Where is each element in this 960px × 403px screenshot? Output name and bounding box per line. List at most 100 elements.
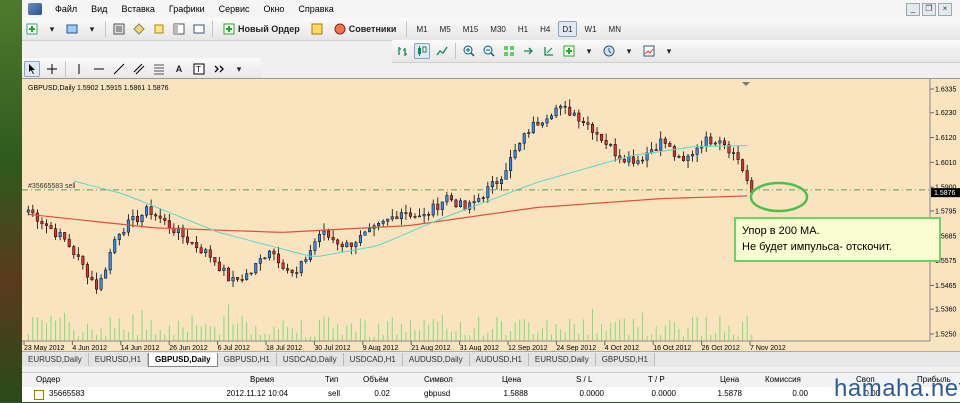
metaeditor-icon[interactable]	[309, 21, 325, 37]
dropdown-arrow-icon[interactable]: ▾	[84, 21, 100, 37]
minimize-icon[interactable]: _	[906, 3, 920, 16]
dropdown-arrow-icon[interactable]: ▾	[621, 43, 637, 59]
col-type[interactable]: Тип	[325, 373, 338, 387]
tab-eurusd-daily-8[interactable]: EURUSD,Daily	[528, 353, 596, 366]
new-chart-icon[interactable]	[24, 21, 40, 37]
timeframe-m1[interactable]: M1	[412, 21, 431, 37]
candle-body	[163, 217, 167, 221]
candle-body	[40, 221, 44, 224]
menu-tools[interactable]: Сервис	[212, 4, 257, 14]
dropdown-arrow-icon[interactable]: ▾	[581, 43, 597, 59]
chart-area[interactable]: #35665583 sell GBPUSD,Daily 1.5902 1.591…	[22, 78, 960, 352]
tab-audusd-daily-6[interactable]: AUDUSD,Daily	[402, 353, 470, 366]
annotation-note[interactable]: Упор в 200 MA. Не будет импульса- отскоч…	[734, 217, 941, 262]
bar-chart-icon[interactable]	[394, 43, 410, 59]
dropdown-arrow-icon[interactable]: ▾	[661, 43, 677, 59]
tab-gbpusd-daily-2[interactable]: GBPUSD,Daily	[148, 353, 218, 367]
chart-shift-marker[interactable]	[742, 82, 750, 86]
table-row[interactable]: 35665583 2012.11.12 10:04 sell 0.02 gbpu…	[22, 387, 960, 402]
candle-body	[436, 203, 440, 210]
fibonacci-icon[interactable]	[151, 61, 167, 77]
candle-body	[449, 195, 453, 201]
candle-body	[418, 215, 422, 218]
candle-body	[85, 264, 89, 278]
profiles-icon[interactable]	[64, 21, 80, 37]
close-icon[interactable]: ×	[938, 3, 952, 16]
trendline-icon[interactable]	[111, 61, 127, 77]
timeframe-m30[interactable]: M30	[486, 21, 510, 37]
text-label-icon[interactable]: T	[191, 61, 207, 77]
tab-gbpusd-h1-3[interactable]: GBPUSD,H1	[217, 353, 277, 366]
vertical-line-icon[interactable]	[71, 61, 87, 77]
candle-body	[322, 230, 326, 235]
y-tick-label: 1.6230	[935, 110, 957, 117]
dropdown-arrow-icon[interactable]: ▾	[44, 21, 60, 37]
arrows-icon[interactable]	[211, 61, 227, 77]
periods-icon[interactable]	[601, 43, 617, 59]
menu-file[interactable]: Файл	[48, 4, 84, 14]
candlestick-chart-icon[interactable]	[414, 43, 430, 59]
timeframe-d1[interactable]: D1	[558, 21, 577, 37]
timeframe-m15[interactable]: M15	[459, 21, 483, 37]
col-tp[interactable]: T / P	[648, 373, 665, 387]
timeframe-h1[interactable]: H1	[514, 21, 532, 37]
candle-body	[363, 231, 367, 236]
menu-window[interactable]: Окно	[257, 4, 292, 14]
candle-body	[531, 121, 535, 133]
tab-eurusd-daily-0[interactable]: EURUSD,Daily	[22, 353, 89, 366]
tab-usdcad-daily-4[interactable]: USDCAD,Daily	[276, 353, 344, 366]
tab-eurusd-h1-1[interactable]: EURUSD,H1	[88, 353, 149, 366]
text-icon[interactable]: A	[171, 61, 187, 77]
terminal-icon[interactable]	[171, 21, 187, 37]
col-sl[interactable]: S / L	[576, 373, 592, 387]
data-window-icon[interactable]	[131, 21, 147, 37]
col-time[interactable]: Время	[250, 373, 274, 387]
timeframe-h4[interactable]: H4	[536, 21, 554, 37]
y-tick-label: 1.5360	[935, 307, 957, 314]
zoom-in-icon[interactable]	[461, 43, 477, 59]
dropdown-arrow-icon[interactable]: ▾	[231, 61, 247, 77]
price-chart[interactable]: #35665583 sell GBPUSD,Daily 1.5902 1.591…	[22, 79, 960, 352]
indicators-icon[interactable]	[561, 43, 577, 59]
channel-icon[interactable]	[131, 61, 147, 77]
menu-charts[interactable]: Графики	[162, 4, 212, 14]
col-order[interactable]: Ордер	[36, 373, 60, 387]
col-symbol[interactable]: Символ	[424, 373, 453, 387]
chart-shift-icon[interactable]	[521, 43, 537, 59]
autoscroll-icon[interactable]	[541, 43, 557, 59]
menu-insert[interactable]: Вставка	[114, 4, 161, 14]
menu-view[interactable]: Вид	[84, 4, 114, 14]
strategy-tester-icon[interactable]	[191, 21, 207, 37]
horizontal-line-icon[interactable]	[91, 61, 107, 77]
tab-gbpusd-h1-9[interactable]: GBPUSD,H1	[595, 353, 655, 366]
chart-tabs: EURUSD,Daily EURUSD,H1 GBPUSD,Daily GBPUSD,…	[22, 351, 960, 367]
tile-windows-icon[interactable]	[501, 43, 517, 59]
timeframe-mn[interactable]: MN	[605, 21, 625, 37]
experts-button[interactable]: Советники	[329, 21, 402, 37]
tab-audusd-h1-7[interactable]: AUDUSD,H1	[469, 353, 529, 366]
cursor-icon[interactable]	[24, 61, 40, 77]
candle-body	[381, 220, 385, 224]
restore-icon[interactable]: ❐	[922, 3, 936, 16]
timeframe-m5[interactable]: M5	[436, 21, 455, 37]
col-volume[interactable]: Объём	[363, 373, 389, 387]
candle-body	[404, 212, 408, 214]
order-current-price: 1.5878	[717, 389, 742, 398]
line-chart-icon[interactable]	[434, 43, 450, 59]
templates-icon[interactable]	[641, 43, 657, 59]
timeframe-w1[interactable]: W1	[581, 21, 601, 37]
market-watch-icon[interactable]	[111, 21, 127, 37]
new-order-button[interactable]: Новый Ордер	[218, 21, 305, 37]
crosshair-icon[interactable]	[44, 61, 60, 77]
candle-body	[636, 160, 640, 164]
col-commission[interactable]: Комиссия	[765, 373, 801, 387]
candle-body	[559, 105, 563, 109]
col-price[interactable]: Цена	[502, 373, 521, 387]
col-current-price[interactable]: Цена	[720, 373, 739, 387]
candle-body	[563, 105, 567, 108]
zoom-out-icon[interactable]	[481, 43, 497, 59]
tab-usdcad-h1-5[interactable]: USDCAD,H1	[343, 353, 403, 366]
candle-body	[35, 212, 39, 222]
menu-help[interactable]: Справка	[291, 4, 340, 14]
navigator-icon[interactable]	[151, 21, 167, 37]
